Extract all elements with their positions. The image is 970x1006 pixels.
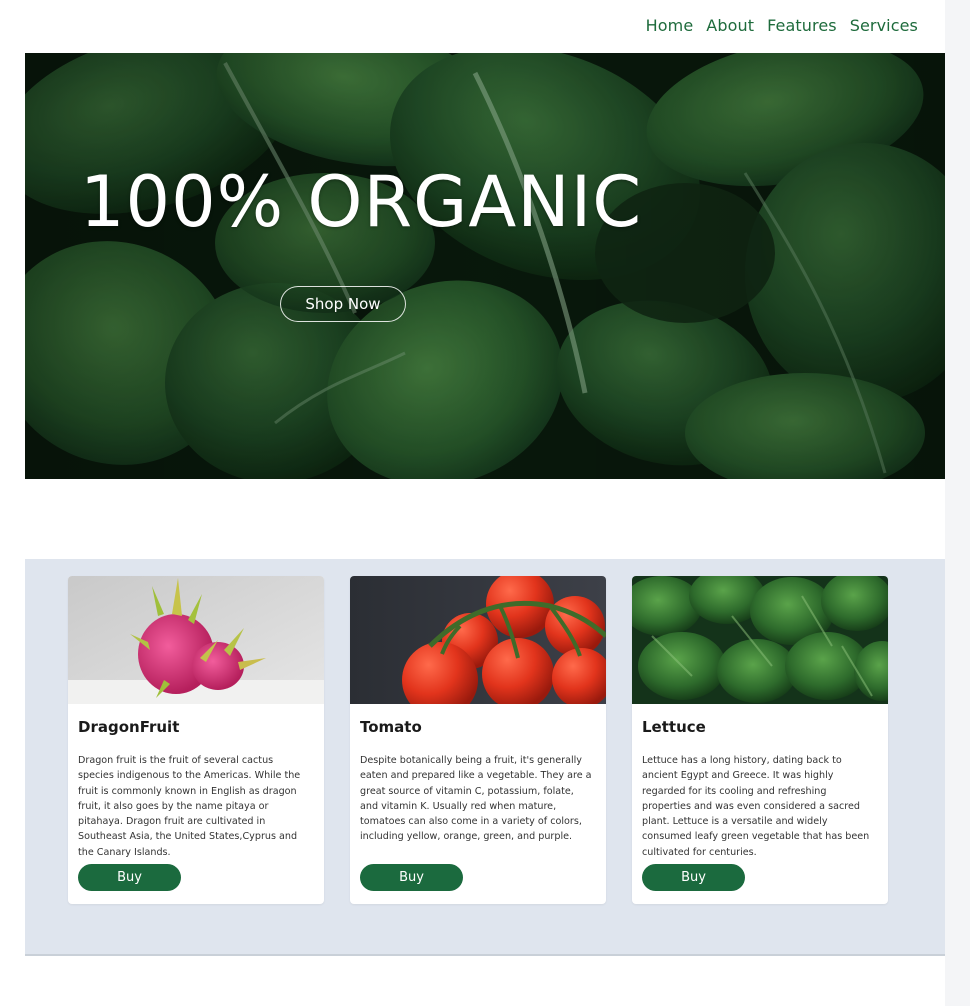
product-card-tomato: Tomato Despite botanically being a fruit…: [350, 576, 606, 904]
product-card-lettuce: Lettuce Lettuce has a long history, dati…: [632, 576, 888, 904]
scrollbar-gutter: [945, 0, 970, 1006]
nav-link-home[interactable]: Home: [646, 16, 694, 35]
nav-link-services[interactable]: Services: [850, 16, 918, 35]
buy-button[interactable]: Buy: [360, 864, 463, 891]
product-title: DragonFruit: [78, 718, 180, 736]
lettuce-photo: [632, 576, 888, 704]
nav-link-about[interactable]: About: [706, 16, 754, 35]
tomato-photo: [350, 576, 606, 704]
navbar: Home About Features Services: [0, 0, 945, 52]
nav-link-features[interactable]: Features: [767, 16, 837, 35]
buy-button[interactable]: Buy: [642, 864, 745, 891]
hero-banner: 100% ORGANIC Shop Now: [25, 53, 945, 479]
products-section: DragonFruit Dragon fruit is the fruit of…: [25, 559, 945, 954]
dragon-fruit-photo: [68, 576, 324, 704]
leafy-greens-photo: [25, 53, 945, 479]
product-description: Despite botanically being a fruit, it's …: [360, 755, 592, 843]
divider: [25, 954, 945, 956]
product-title: Tomato: [360, 718, 422, 736]
product-title: Lettuce: [642, 718, 706, 736]
hero-title: 100% ORGANIC: [80, 161, 643, 243]
product-card-dragonfruit: DragonFruit Dragon fruit is the fruit of…: [68, 576, 324, 904]
shop-now-button[interactable]: Shop Now: [280, 286, 406, 322]
nav-links: Home About Features Services: [646, 16, 918, 35]
product-description: Dragon fruit is the fruit of several cac…: [78, 755, 301, 858]
buy-button[interactable]: Buy: [78, 864, 181, 891]
product-description: Lettuce has a long history, dating back …: [642, 755, 870, 858]
